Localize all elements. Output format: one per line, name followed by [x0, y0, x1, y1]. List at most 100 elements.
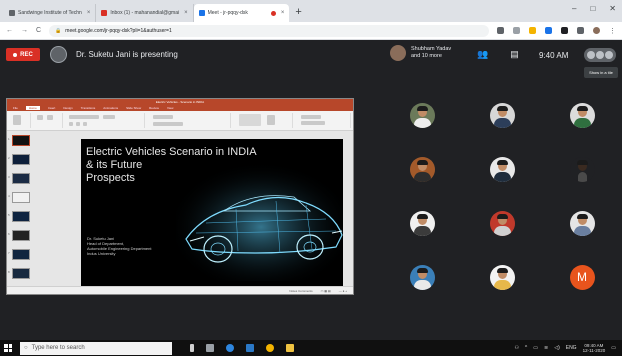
- recording-badge: REC: [6, 48, 40, 61]
- new-slide-icon[interactable]: [37, 115, 43, 120]
- underline-icon[interactable]: [83, 122, 87, 126]
- find-icon[interactable]: [301, 115, 321, 119]
- ribbon-tab[interactable]: File: [13, 106, 18, 110]
- participant-tile[interactable]: M: [542, 246, 622, 308]
- slide-thumbnail[interactable]: [12, 268, 30, 279]
- current-slide[interactable]: Electric Vehicles Scenario in INDIA & it…: [81, 139, 343, 286]
- new-tab-button[interactable]: +: [289, 4, 307, 22]
- ribbon-tab[interactable]: Slide Show: [126, 106, 141, 110]
- slide-thumbnail[interactable]: [12, 135, 30, 146]
- wifi-icon[interactable]: ≋: [544, 345, 548, 351]
- close-window-button[interactable]: ✕: [609, 4, 616, 13]
- ribbon-tab[interactable]: Animations: [103, 106, 118, 110]
- maximize-button[interactable]: □: [590, 4, 595, 13]
- profile-avatar-icon[interactable]: [593, 27, 600, 34]
- file-explorer-icon[interactable]: [246, 344, 254, 352]
- bullets-icon[interactable]: [153, 115, 173, 119]
- align-icon[interactable]: [153, 122, 183, 126]
- extension-icon[interactable]: [577, 27, 584, 34]
- participant-avatar: [489, 210, 515, 236]
- participant-tile[interactable]: [462, 246, 542, 308]
- mic-icon[interactable]: [190, 344, 194, 352]
- participant-avatar: [489, 102, 515, 128]
- header-actions: 👥 ▤: [477, 49, 519, 60]
- slide-thumbnail[interactable]: [12, 211, 30, 222]
- paste-icon[interactable]: [13, 115, 21, 125]
- browser-tab-gmail[interactable]: Inbox (1) - mahanandial@gmai ×: [96, 4, 194, 22]
- task-view-icon[interactable]: [206, 344, 214, 352]
- participant-tile[interactable]: [382, 246, 462, 308]
- italic-icon[interactable]: [76, 122, 80, 126]
- menu-kebab-icon[interactable]: ⋮: [609, 27, 616, 35]
- participant-tile[interactable]: [382, 192, 462, 254]
- participant-avatar: [409, 210, 435, 236]
- shapes-icon[interactable]: [239, 114, 261, 126]
- participants-summary[interactable]: Shubham Yadav and 10 more: [390, 45, 451, 61]
- search-icon: ○: [24, 345, 28, 351]
- extension-icon[interactable]: [561, 27, 568, 34]
- slide-thumbnail[interactable]: [12, 154, 30, 165]
- star-icon[interactable]: [513, 27, 520, 34]
- chrome-icon[interactable]: [266, 344, 274, 352]
- ribbon-tab[interactable]: Design: [63, 106, 72, 110]
- zoom-slider-icon[interactable]: — ● +: [339, 289, 347, 293]
- camera-extension-icon[interactable]: [497, 27, 504, 34]
- participant-tile[interactable]: [462, 138, 542, 200]
- back-button[interactable]: ←: [6, 27, 13, 34]
- address-bar[interactable]: 🔒 meet.google.com/jr-pqqy-dsk?pli=1&auth…: [49, 24, 489, 37]
- ribbon-tab[interactable]: View: [167, 106, 173, 110]
- close-tab-icon[interactable]: ×: [87, 10, 91, 16]
- ribbon-tab[interactable]: Transitions: [81, 106, 96, 110]
- arrange-icon[interactable]: [267, 115, 275, 125]
- start-button[interactable]: [0, 340, 16, 356]
- self-view-tile[interactable]: [584, 48, 616, 62]
- extension-icon[interactable]: [545, 27, 552, 34]
- chevron-up-icon[interactable]: ^: [525, 345, 527, 351]
- close-tab-icon[interactable]: ×: [184, 10, 188, 16]
- chat-icon[interactable]: ▤: [510, 49, 519, 60]
- people-tray-icon[interactable]: ⚇: [514, 345, 518, 351]
- font-icon[interactable]: [69, 115, 99, 119]
- close-tab-icon[interactable]: ×: [281, 10, 285, 16]
- participant-tile[interactable]: [462, 192, 542, 254]
- participant-avatar: [489, 264, 515, 290]
- browser-tab-meet[interactable]: Meet - jr-pqqy-dsk ×: [193, 4, 290, 22]
- extension-icon[interactable]: [529, 27, 536, 34]
- participant-tile[interactable]: [542, 192, 622, 254]
- people-icon[interactable]: 👥: [477, 49, 488, 60]
- edge-icon[interactable]: [226, 344, 234, 352]
- bold-icon[interactable]: [69, 122, 73, 126]
- battery-icon[interactable]: ▭: [533, 345, 538, 351]
- participant-tile[interactable]: [462, 84, 542, 146]
- notifications-icon[interactable]: ▭: [611, 345, 616, 351]
- folder-icon[interactable]: [286, 344, 294, 352]
- ribbon-tab[interactable]: Home: [25, 106, 40, 110]
- language-indicator[interactable]: ENG: [566, 345, 577, 351]
- browser-tab-institute[interactable]: Sandwinge Institute of Techn ×: [4, 4, 97, 22]
- minimize-button[interactable]: –: [572, 4, 576, 13]
- tray-clock[interactable]: 09:40 AM 12-11-2020: [583, 343, 606, 353]
- replace-icon[interactable]: [301, 121, 325, 125]
- notes-comments-label[interactable]: Notes Comments: [289, 289, 312, 293]
- volume-icon[interactable]: ◁): [554, 345, 560, 351]
- slide-thumbnail[interactable]: [12, 230, 30, 241]
- tab-label: Sandwinge Institute of Techn: [18, 10, 82, 16]
- participant-tile[interactable]: [542, 138, 622, 200]
- slide-thumbnail[interactable]: [12, 173, 30, 184]
- slide-thumbnail[interactable]: [12, 249, 30, 260]
- taskbar-search[interactable]: ○ Type here to search: [20, 341, 172, 355]
- reload-button[interactable]: C: [36, 27, 41, 34]
- ribbon-tab[interactable]: Insert: [48, 106, 56, 110]
- address-toolbar: ← → C 🔒 meet.google.com/jr-pqqy-dsk?pli=…: [0, 22, 622, 40]
- participant-tile[interactable]: [382, 84, 462, 146]
- font-size-icon[interactable]: [103, 115, 115, 119]
- layout-icon[interactable]: [47, 115, 53, 120]
- ribbon-tab[interactable]: Review: [149, 106, 159, 110]
- forward-button[interactable]: →: [21, 27, 28, 34]
- participant-avatar: [569, 156, 595, 182]
- slide-thumbnail[interactable]: [12, 192, 30, 203]
- participant-tile[interactable]: [382, 138, 462, 200]
- view-buttons-icon[interactable]: ▭ ▦ ▤: [321, 289, 331, 293]
- thumb-number: 4: [8, 194, 10, 198]
- participant-tile[interactable]: [542, 84, 622, 146]
